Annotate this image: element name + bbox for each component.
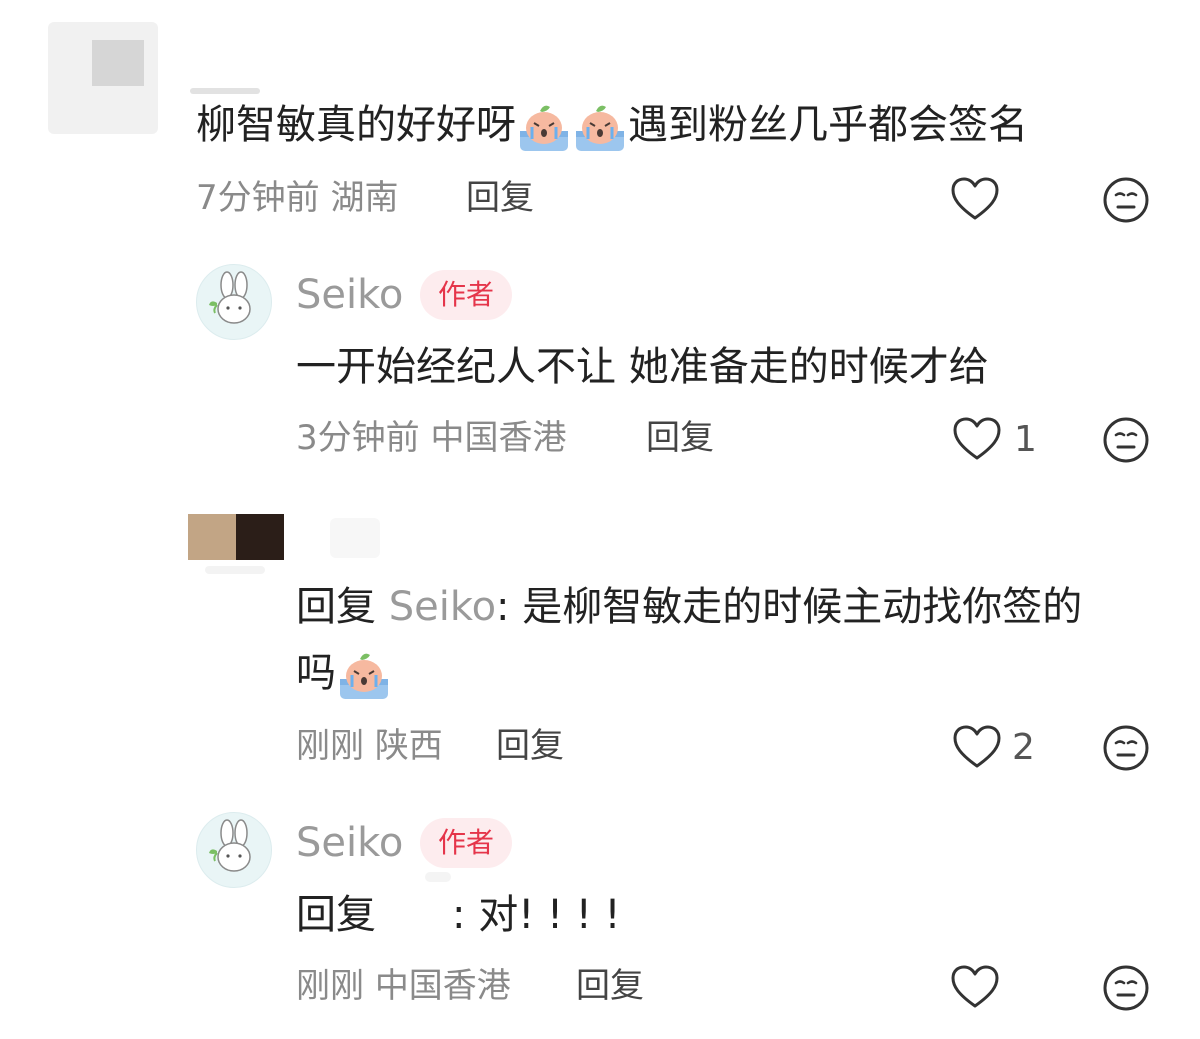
redacted-reply-target — [425, 872, 451, 882]
neutral-face-icon — [1103, 177, 1149, 223]
comment-location: 湖南 — [330, 178, 399, 218]
author-badge: 作者 — [420, 818, 513, 868]
neutral-face-icon — [1103, 417, 1149, 463]
comment-time: 3分钟前 — [296, 418, 420, 458]
comment-meta: 刚刚 中国香港 — [296, 964, 511, 1008]
comment-location: 中国香港 — [374, 966, 511, 1006]
comment-time: 7分钟前 — [196, 178, 320, 218]
comment-meta: 刚刚 陕西 — [296, 724, 443, 768]
crying-face-emoji — [518, 101, 570, 153]
username[interactable]: Seiko — [296, 270, 403, 320]
neutral-face-icon — [1103, 725, 1149, 771]
reply-target-username[interactable]: Seiko — [389, 584, 496, 630]
username[interactable]: Seiko — [296, 818, 403, 868]
bunny-icon — [209, 819, 251, 872]
avatar[interactable] — [196, 264, 272, 340]
bunny-icon — [209, 271, 251, 324]
redacted-avatar-inner — [92, 40, 144, 86]
dislike-button[interactable] — [1102, 416, 1150, 464]
like-count: 2 — [1012, 727, 1035, 768]
comment-text-part: 吗 — [296, 650, 336, 696]
avatar[interactable] — [196, 812, 272, 888]
comment-time: 刚刚 — [296, 726, 364, 766]
comment-text-part: 柳智敏真的好好呀 — [196, 102, 516, 148]
reply-button[interactable]: 回复 — [466, 176, 534, 220]
neutral-face-icon — [1103, 965, 1149, 1011]
comment-time: 刚刚 — [296, 966, 364, 1006]
like-button[interactable] — [950, 176, 1000, 222]
reply-prefix: 回复 — [296, 892, 376, 938]
like-button[interactable] — [952, 724, 1002, 770]
like-count: 1 — [1014, 419, 1037, 460]
dislike-button[interactable] — [1102, 176, 1150, 224]
comment-text: 一开始经纪人不让 她准备走的时候才给 — [296, 344, 989, 390]
comment-meta: 3分钟前 中国香港 — [296, 416, 566, 460]
comment-text-part: : 是柳智敏走的时候主动找你签的 — [496, 584, 1083, 630]
redacted-avatar-caption — [205, 566, 265, 574]
redacted-avatar-photo[interactable] — [188, 514, 284, 560]
comment-meta: 7分钟前 湖南 — [196, 176, 398, 220]
author-badge: 作者 — [420, 270, 513, 320]
redacted-username — [330, 518, 380, 558]
crying-face-emoji — [574, 101, 626, 153]
heart-icon — [951, 965, 999, 1008]
reply-button[interactable]: 回复 — [646, 416, 714, 460]
comment-text: : 对! ! ! ! — [452, 892, 621, 938]
dislike-button[interactable] — [1102, 724, 1150, 772]
redacted-username — [190, 88, 260, 94]
crying-face-emoji — [338, 649, 390, 701]
heart-icon — [953, 417, 1001, 460]
dislike-button[interactable] — [1102, 964, 1150, 1012]
comment-text: 柳智敏真的好好呀 遇到粉丝几乎都会签名 — [196, 100, 1028, 153]
reply-button[interactable]: 回复 — [576, 964, 644, 1008]
like-button[interactable] — [952, 416, 1002, 462]
comment-text-part: 遇到粉丝几乎都会签名 — [628, 102, 1028, 148]
heart-icon — [951, 177, 999, 220]
reply-prefix: 回复 — [296, 584, 376, 630]
comment-text: 回复 Seiko: 是柳智敏走的时候主动找你签的 — [296, 582, 1082, 632]
comment-text-line2: 吗 — [296, 648, 392, 701]
heart-icon — [953, 725, 1001, 768]
like-button[interactable] — [950, 964, 1000, 1010]
reply-button[interactable]: 回复 — [496, 724, 564, 768]
comment-location: 中国香港 — [430, 418, 567, 458]
comment-location: 陕西 — [374, 726, 443, 766]
